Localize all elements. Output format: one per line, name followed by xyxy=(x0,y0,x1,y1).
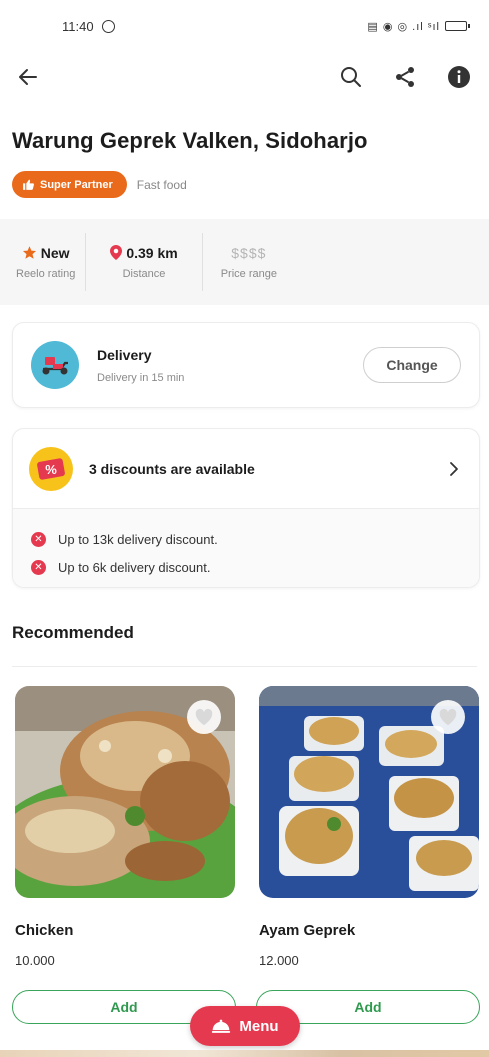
rating-label: Reelo rating xyxy=(16,267,76,280)
product-name: Ayam Geprek xyxy=(259,922,356,939)
discount-item: ✕ Up to 13k delivery discount. xyxy=(31,525,479,553)
price-range-value: $$$$ xyxy=(231,244,267,261)
product-card-chicken[interactable]: Chicken 10.000 xyxy=(15,686,235,968)
product-price: 10.000 xyxy=(15,953,55,968)
super-partner-label: Super Partner xyxy=(40,178,113,191)
product-price: 12.000 xyxy=(259,953,299,968)
recommended-title: Recommended xyxy=(12,623,134,642)
delivery-eta: Delivery in 15 min xyxy=(97,371,185,384)
discount-x-icon: ✕ xyxy=(31,559,46,575)
discount-title: 3 discounts are available xyxy=(89,460,255,477)
top-nav xyxy=(0,54,489,100)
heart-icon xyxy=(195,708,213,726)
status-bar: 11:40 ▤ ◉ ◎ .ıl ˢıl xyxy=(0,0,489,52)
menu-button[interactable]: Menu xyxy=(190,1006,300,1046)
favorite-button[interactable] xyxy=(431,700,465,734)
search-button[interactable] xyxy=(337,63,365,91)
delivery-scooter-icon xyxy=(31,341,79,389)
restaurant-tags: Super Partner Fast food xyxy=(12,171,187,198)
price-range-label: Price range xyxy=(220,267,277,280)
next-row-preview xyxy=(0,1050,489,1057)
product-card-ayam-geprek[interactable]: Ayam Geprek 12.000 xyxy=(259,686,479,968)
discount-percent-icon: % xyxy=(29,446,73,491)
product-name: Chicken xyxy=(15,922,74,939)
chevron-right-icon xyxy=(450,461,458,476)
distance-cell: 0.39 km Distance xyxy=(86,233,203,291)
back-button[interactable] xyxy=(14,63,42,91)
discount-item-text: Up to 13k delivery discount. xyxy=(58,531,218,547)
star-icon xyxy=(22,246,36,259)
rating-cell: New Reelo rating xyxy=(6,233,87,291)
info-strip: New Reelo rating 0.39 km Distance $$$$ P… xyxy=(0,219,489,305)
search-icon xyxy=(341,67,361,87)
status-time: 11:40 xyxy=(62,18,94,34)
super-partner-badge: Super Partner xyxy=(12,171,127,198)
cloche-icon xyxy=(212,1019,231,1033)
battery-icon xyxy=(445,21,470,31)
share-icon xyxy=(396,67,414,87)
scooter-icon xyxy=(42,357,68,375)
back-arrow-icon xyxy=(19,69,37,85)
delivery-text: Delivery Delivery in 15 min xyxy=(97,347,363,384)
nav-actions xyxy=(337,63,475,91)
status-left: 11:40 xyxy=(62,19,115,34)
share-button[interactable] xyxy=(391,63,419,91)
heart-icon xyxy=(439,708,457,726)
thumbs-up-icon xyxy=(23,179,34,190)
svg-text:%: % xyxy=(45,462,57,477)
info-button[interactable] xyxy=(445,63,473,91)
price-range-cell: $$$$ Price range xyxy=(203,233,299,291)
discount-x-icon: ✕ xyxy=(31,531,46,547)
info-icon xyxy=(448,66,470,88)
distance-label: Distance xyxy=(122,267,166,280)
cuisine-label: Fast food xyxy=(136,177,187,192)
restaurant-name: Warung Geprek Valken, Sidoharjo xyxy=(12,128,368,153)
whatsapp-icon xyxy=(101,19,115,33)
discount-header[interactable]: % 3 discounts are available xyxy=(13,429,479,509)
status-indicators: ▤ ◉ ◎ .ıl ˢıl xyxy=(367,20,440,33)
discount-card: % 3 discounts are available ✕ Up to 13k … xyxy=(12,428,480,588)
rating-value: New xyxy=(40,244,70,261)
rating-value-row: New xyxy=(22,245,70,261)
distance-value: 0.39 km xyxy=(126,244,178,261)
location-pin-icon xyxy=(110,245,123,260)
percent-tag-icon: % xyxy=(37,457,65,480)
distance-value-row: 0.39 km xyxy=(110,244,178,261)
discount-item-text: Up to 6k delivery discount. xyxy=(58,559,211,575)
delivery-card: Delivery Delivery in 15 min Change xyxy=(12,322,480,408)
status-right: ▤ ◉ ◎ .ıl ˢıl xyxy=(367,20,470,33)
discount-item: ✕ Up to 6k delivery discount. xyxy=(31,553,479,581)
discount-list: ✕ Up to 13k delivery discount. ✕ Up to 6… xyxy=(13,509,479,587)
product-image[interactable] xyxy=(259,686,479,898)
menu-button-label: Menu xyxy=(239,1017,279,1035)
change-delivery-button[interactable]: Change xyxy=(363,347,461,383)
section-divider xyxy=(12,666,477,667)
favorite-button[interactable] xyxy=(187,700,221,734)
delivery-title: Delivery xyxy=(97,346,152,363)
product-image[interactable] xyxy=(15,686,235,898)
